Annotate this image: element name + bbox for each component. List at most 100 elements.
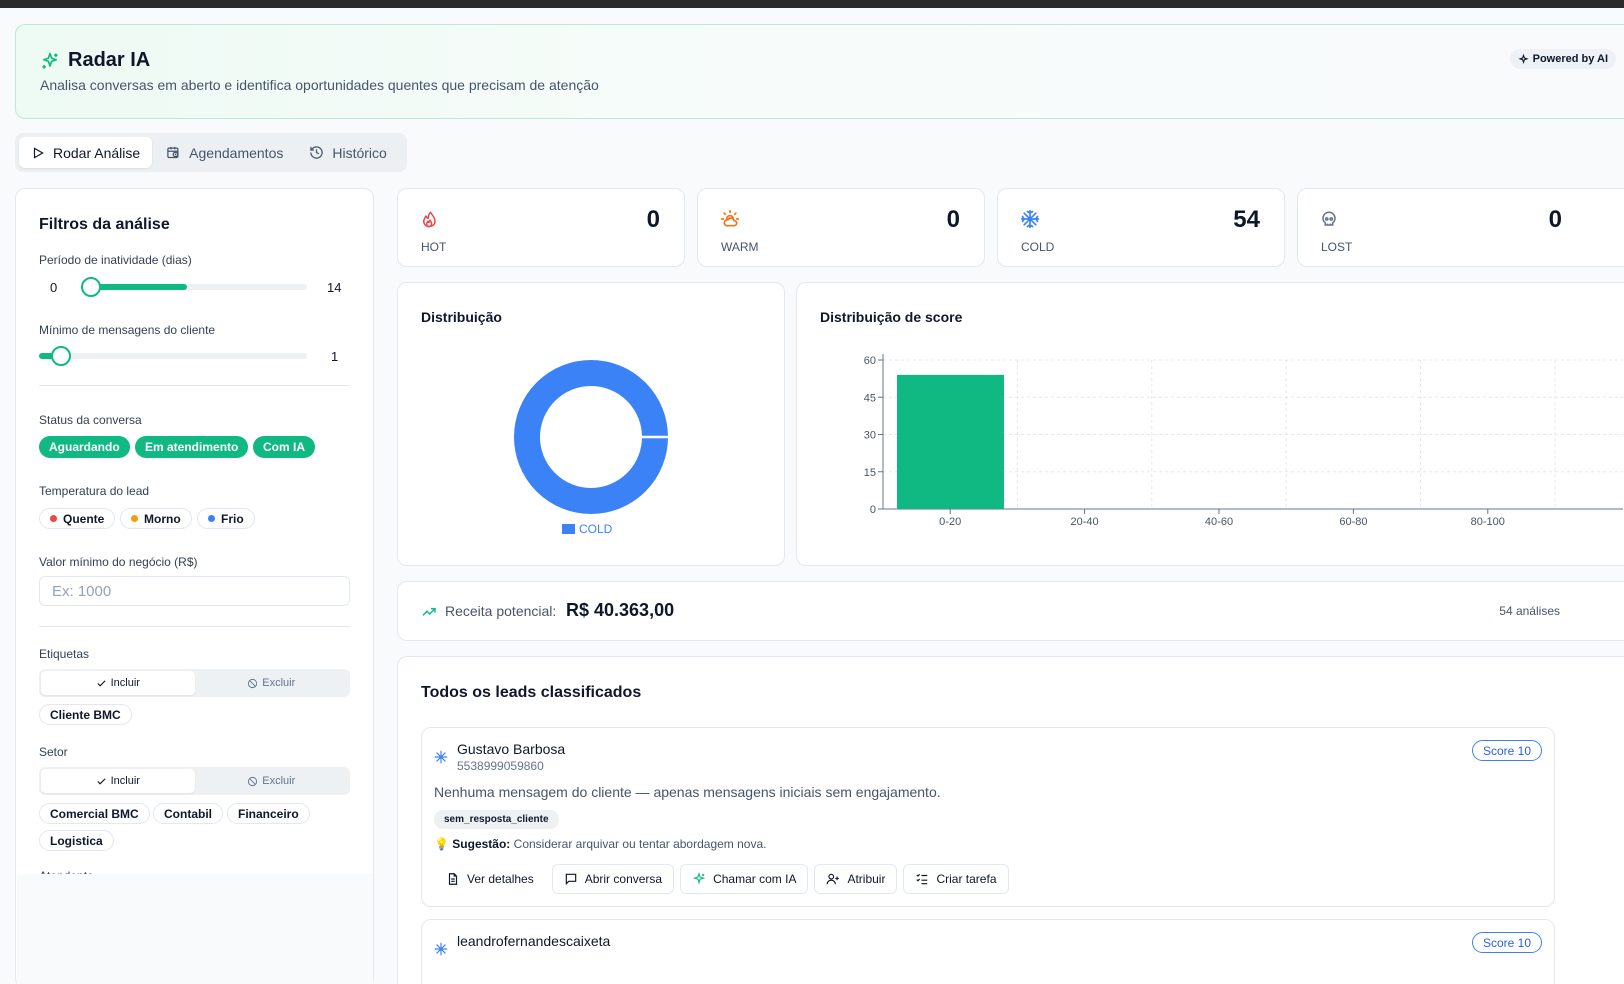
filters-panel: Filtros da análise Período de inatividad… [15,188,374,984]
button-label: Ver detalhes [467,872,534,886]
lead-actions: Ver detalhes Abrir conversa Chamar com I… [434,864,1009,894]
tags-include-option[interactable]: Incluir [41,671,195,695]
file-text-icon [446,872,460,886]
status-chip-aguardando[interactable]: Aguardando [39,436,130,458]
y-tick-label: 15 [864,467,876,479]
title-text: Radar IA [68,49,151,71]
tags-include-exclude-toggle: Incluir Excluir [39,669,350,697]
skull-icon [1320,209,1338,229]
stat-value: 54 [1233,206,1260,233]
page-header: Radar IA Analisa conversas em aberto e i… [15,24,1624,119]
sparkles-icon [1517,53,1529,65]
revenue-card: Receita potencial: R$ 40.363,00 54 análi… [397,581,1624,641]
page-title: Radar IA [40,49,150,72]
list-checks-icon [915,872,929,886]
page-subtitle: Analisa conversas em aberto e identifica… [40,77,599,93]
sector-include-exclude-toggle: Incluir Excluir [39,767,350,795]
call-with-ai-button[interactable]: Chamar com IA [680,864,809,894]
assign-button[interactable]: Atribuir [814,864,898,894]
sector-include-option[interactable]: Incluir [41,769,195,793]
blue-dot-icon [208,515,215,522]
tab-bar: Rodar Análise Agendamentos Histórico [15,133,407,172]
distribution-card: Distribuição COLD [397,282,785,566]
status-chip-com-ia[interactable]: Com IA [253,436,315,458]
leads-title: Todos os leads classificados [421,684,642,701]
tab-rodar-analise[interactable]: Rodar Análise [19,137,153,168]
stat-value: 0 [1548,206,1562,233]
legend-swatch [562,524,575,534]
divider [39,385,350,386]
snowflake-icon [1020,209,1040,229]
button-label: Criar tarefa [936,872,997,886]
button-label: Abrir conversa [584,872,663,886]
min-messages-label: Mínimo de mensagens do cliente [39,323,216,337]
powered-by-ai-badge: Powered by AI [1509,49,1616,69]
tab-historico[interactable]: Histórico [297,137,398,168]
y-tick-label: 30 [864,430,876,442]
divider [39,626,350,627]
create-task-button[interactable]: Criar tarefa [903,864,1009,894]
leads-card: Todos os leads classificados Gustavo Bar… [397,656,1624,984]
lead-tag: sem_resposta_cliente [434,810,559,829]
trending-up-icon [421,604,437,620]
tags-exclude-option[interactable]: Excluir [195,671,349,695]
stat-label: LOST [1321,240,1353,254]
stat-label: WARM [721,240,759,254]
ban-icon [247,776,258,787]
sector-chip-financeiro[interactable]: Financeiro [227,803,310,824]
revenue-value: R$ 40.363,00 [566,600,675,620]
sun-cloud-icon [720,209,740,229]
sector-chip-contabil[interactable]: Contabil [153,803,223,824]
tab-label: Histórico [332,144,387,161]
suggestion-label: Sugestão: [452,837,511,851]
view-details-button[interactable]: Ver detalhes [434,864,546,894]
tag-chip-cliente-bmc[interactable]: Cliente BMC [39,704,132,725]
x-tick-label: 20-40 [1071,516,1099,528]
inactivity-label: Período de inatividade (dias) [39,253,192,267]
pie-slice [514,360,668,514]
sparkles-icon [40,51,60,71]
history-icon [309,145,324,160]
stat-card-cold: 54 COLD [997,188,1285,267]
temperature-chip-frio[interactable]: Frio [197,508,255,529]
chip-label: Quente [63,511,105,526]
donut-chart: COLD [514,360,669,536]
sparkles-icon [692,872,706,886]
button-label: Atribuir [847,872,886,886]
message-square-icon [564,872,578,886]
stat-value: 0 [946,206,960,233]
min-value-input[interactable]: Ex: 1000 [39,576,350,606]
stat-value: 0 [646,206,660,233]
snowflake-icon [434,942,448,956]
status-label: Status da conversa [39,413,142,427]
slider-thumb-min[interactable] [81,277,101,297]
y-tick-label: 0 [870,504,876,516]
lead-card: leandrofernandescaixeta Score 10 [421,919,1555,984]
filters-title: Filtros da análise [39,216,170,233]
option-label: Incluir [110,677,140,689]
tab-label: Rodar Análise [53,144,141,161]
sector-chip-comercial-bmc[interactable]: Comercial BMC [39,803,150,824]
flame-icon [420,209,438,229]
status-chip-em-atendimento[interactable]: Em atendimento [135,436,249,458]
sector-chip-logistica[interactable]: Logistica [39,830,114,851]
x-tick-label: 0-20 [939,516,961,528]
stat-label: COLD [1021,240,1055,254]
chip-label: Frio [221,511,244,526]
lead-name: leandrofernandescaixeta [457,933,611,949]
inactivity-max-value: 14 [327,280,342,295]
tab-label: Agendamentos [189,144,284,161]
button-label: Chamar com IA [713,872,797,886]
sector-exclude-option[interactable]: Excluir [195,769,349,793]
temperature-chip-morno[interactable]: Morno [120,508,192,529]
stat-card-lost: 0 LOST [1297,188,1624,267]
lead-name: Gustavo Barbosa [457,741,566,757]
stat-label: HOT [421,240,447,254]
temperature-chip-quente[interactable]: Quente [39,508,116,529]
red-dot-icon [50,515,57,522]
slider-thumb[interactable] [51,346,71,366]
x-tick-label: 40-60 [1205,516,1233,528]
open-conversation-button[interactable]: Abrir conversa [551,864,675,894]
tab-agendamentos[interactable]: Agendamentos [154,137,295,168]
calendar-clock-icon [166,145,181,160]
